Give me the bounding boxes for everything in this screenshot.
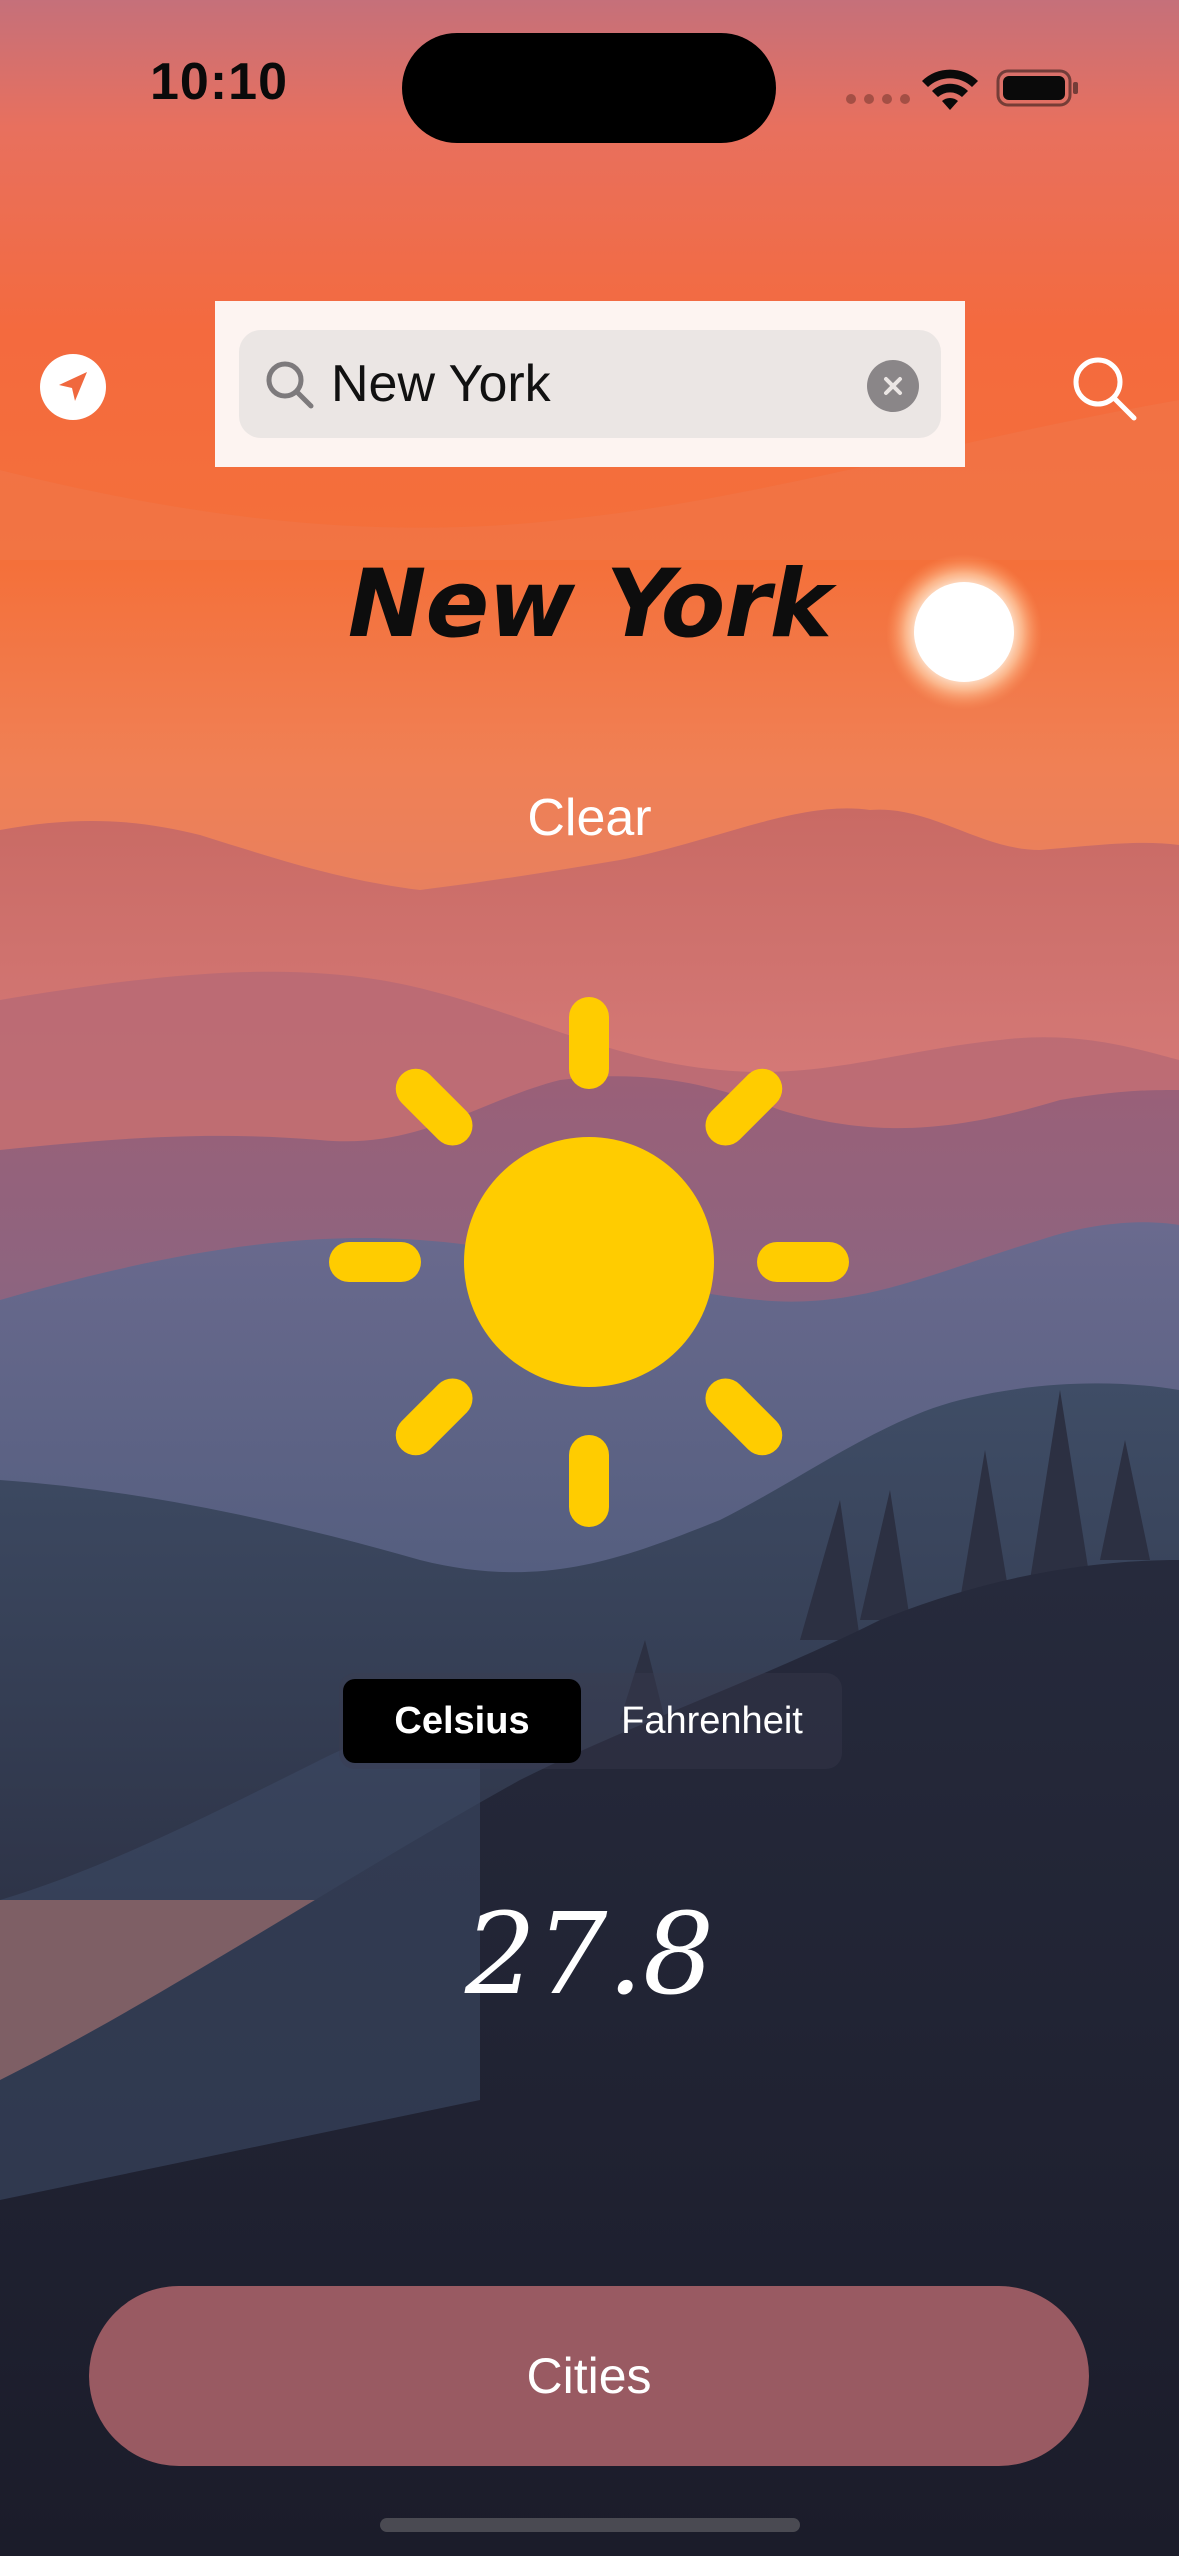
segment-fahrenheit[interactable]: Fahrenheit [585, 1679, 839, 1763]
dynamic-island [402, 33, 776, 143]
search-field[interactable] [239, 330, 941, 438]
home-indicator[interactable] [380, 2518, 800, 2532]
weather-condition: Clear [527, 789, 652, 847]
cellular-signal-icon [846, 94, 910, 104]
search-bar-container [215, 301, 965, 467]
weather-screen: 10:10 New York New York Clear Celsius Fa… [0, 0, 1179, 2556]
cities-button[interactable]: Cities [89, 2286, 1089, 2466]
wifi-icon [922, 69, 978, 110]
location-arrow-icon [59, 372, 87, 401]
search-button[interactable] [1068, 352, 1140, 424]
clear-search-button[interactable] [867, 360, 919, 412]
temperature-value: 27.8 [464, 1890, 715, 2020]
city-search-input[interactable] [331, 344, 851, 424]
unit-segmented-control: Celsius Fahrenheit [339, 1673, 842, 1769]
battery-icon [996, 69, 1078, 107]
sun-icon [329, 997, 849, 1527]
city-name: New York [347, 550, 832, 659]
status-bar-time: 10:10 [150, 53, 288, 111]
clear-x-icon [884, 377, 902, 395]
magnifying-glass-icon [266, 361, 314, 409]
current-location-button[interactable] [40, 354, 106, 420]
segment-celsius[interactable]: Celsius [343, 1679, 581, 1763]
